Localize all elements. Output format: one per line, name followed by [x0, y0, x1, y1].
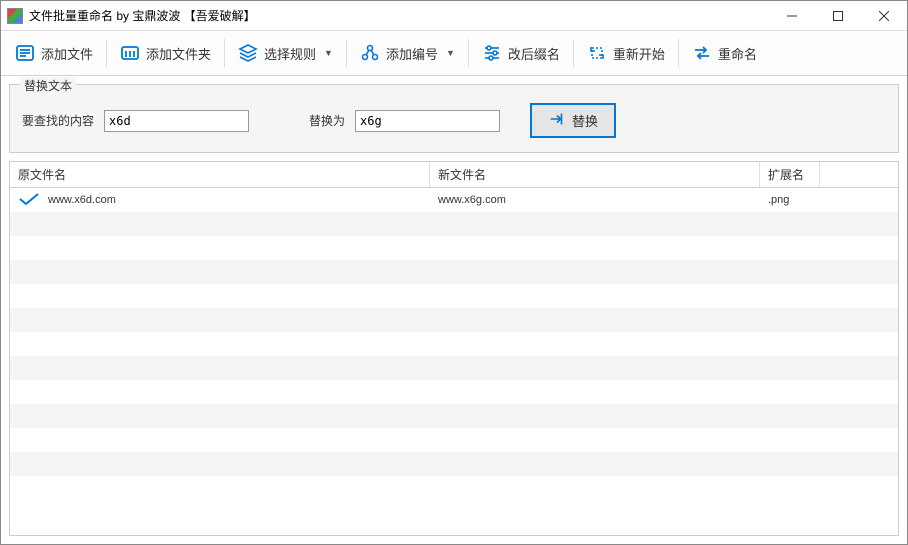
app-icon	[7, 8, 23, 24]
cell-new: www.x6g.com	[438, 194, 506, 206]
empty-row	[10, 476, 898, 500]
add-file-label: 添加文件	[41, 44, 93, 63]
minimize-icon	[787, 11, 797, 21]
empty-row	[10, 380, 898, 404]
find-label: 要查找的内容	[22, 112, 94, 129]
chevron-down-icon: ▼	[324, 48, 333, 58]
header-original[interactable]: 原文件名	[10, 162, 430, 187]
add-folder-label: 添加文件夹	[146, 44, 211, 63]
cell-original: www.x6d.com	[48, 194, 116, 206]
maximize-button[interactable]	[815, 1, 861, 30]
header-new[interactable]: 新文件名	[430, 162, 760, 187]
find-input[interactable]	[104, 110, 249, 132]
empty-row	[10, 212, 898, 236]
empty-row	[10, 452, 898, 476]
add-file-button[interactable]: 添加文件	[7, 38, 101, 68]
window-controls	[769, 1, 907, 30]
restart-label: 重新开始	[613, 44, 665, 63]
minimize-button[interactable]	[769, 1, 815, 30]
chevron-down-icon: ▼	[446, 48, 455, 58]
header-ext[interactable]: 扩展名	[760, 162, 820, 187]
replace-button-label: 替换	[572, 111, 598, 130]
separator	[678, 39, 679, 67]
table-header: 原文件名 新文件名 扩展名	[10, 162, 898, 188]
empty-row	[10, 284, 898, 308]
replace-input[interactable]	[355, 110, 500, 132]
cell-ext: .png	[768, 194, 789, 206]
close-button[interactable]	[861, 1, 907, 30]
file-icon	[15, 43, 35, 63]
titlebar: 文件批量重命名 by 宝鼎波波 【吾爱破解】	[1, 1, 907, 31]
swap-icon	[692, 43, 712, 63]
rename-button[interactable]: 重命名	[684, 38, 765, 68]
window-title: 文件批量重命名 by 宝鼎波波 【吾爱破解】	[29, 7, 769, 24]
separator	[106, 39, 107, 67]
table-body: www.x6d.com www.x6g.com .png	[10, 188, 898, 535]
maximize-icon	[833, 11, 843, 21]
add-folder-button[interactable]: 添加文件夹	[112, 38, 219, 68]
toolbar: 添加文件 添加文件夹 选择规则 ▼ 添加编号 ▼ 改后缀名 重新开始	[1, 31, 907, 76]
replace-panel-title: 替换文本	[20, 77, 76, 94]
replace-button[interactable]: 替换	[530, 103, 616, 138]
change-suffix-button[interactable]: 改后缀名	[474, 38, 568, 68]
replace-icon	[548, 110, 566, 131]
replace-label: 替换为	[309, 112, 345, 129]
separator	[224, 39, 225, 67]
check-icon	[18, 191, 40, 209]
nodes-icon	[360, 43, 380, 63]
add-number-label: 添加编号	[386, 44, 438, 63]
sliders-icon	[482, 43, 502, 63]
restart-icon	[587, 43, 607, 63]
separator	[346, 39, 347, 67]
empty-row	[10, 332, 898, 356]
separator	[573, 39, 574, 67]
layers-icon	[238, 43, 258, 63]
empty-row	[10, 308, 898, 332]
file-table: 原文件名 新文件名 扩展名 www.x6d.com www.x6g.com .p…	[9, 161, 899, 536]
folder-icon	[120, 43, 140, 63]
restart-button[interactable]: 重新开始	[579, 38, 673, 68]
empty-row	[10, 236, 898, 260]
separator	[468, 39, 469, 67]
select-rule-button[interactable]: 选择规则 ▼	[230, 38, 341, 68]
close-icon	[879, 11, 889, 21]
empty-row	[10, 404, 898, 428]
empty-row	[10, 428, 898, 452]
empty-row	[10, 356, 898, 380]
rename-label: 重命名	[718, 44, 757, 63]
select-rule-label: 选择规则	[264, 44, 316, 63]
add-number-button[interactable]: 添加编号 ▼	[352, 38, 463, 68]
empty-row	[10, 260, 898, 284]
change-suffix-label: 改后缀名	[508, 44, 560, 63]
table-row[interactable]: www.x6d.com www.x6g.com .png	[10, 188, 898, 212]
replace-panel: 替换文本 要查找的内容 替换为 替换	[9, 84, 899, 153]
